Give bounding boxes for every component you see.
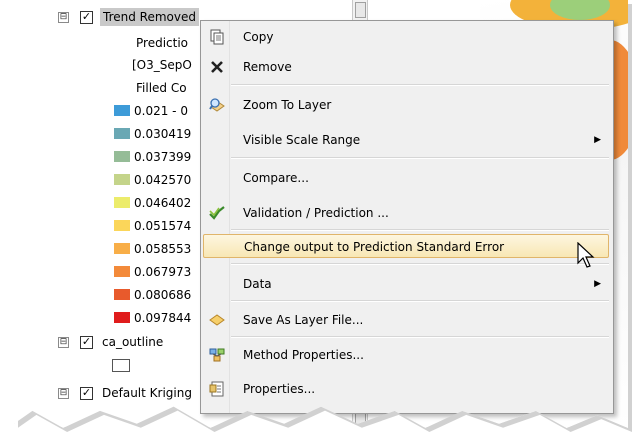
menu-item-label: Copy bbox=[243, 30, 274, 44]
menu-item-properties[interactable]: Properties... bbox=[203, 377, 609, 401]
legend-swatch bbox=[114, 151, 130, 162]
menu-item-change-output-prediction-standard-error[interactable]: Change output to Prediction Standard Err… bbox=[203, 234, 609, 258]
legend-swatch-empty bbox=[112, 359, 130, 372]
menu-separator bbox=[231, 84, 609, 86]
menu-item-label: Remove bbox=[243, 60, 292, 74]
menu-item-copy[interactable]: Copy bbox=[203, 25, 609, 49]
layer-file-icon bbox=[209, 312, 225, 328]
legend-swatch bbox=[114, 289, 130, 300]
menu-item-label: Save As Layer File... bbox=[243, 313, 364, 327]
legend-class-label: 0.067973 bbox=[134, 265, 192, 279]
layer-name[interactable]: Default Kriging bbox=[102, 384, 192, 402]
menu-item-method-properties[interactable]: Method Properties... bbox=[203, 343, 609, 367]
validation-icon bbox=[209, 205, 225, 221]
zoom-to-layer-icon bbox=[209, 97, 225, 113]
mouse-cursor-icon bbox=[577, 242, 595, 268]
legend-swatch bbox=[114, 220, 130, 231]
menu-item-label: Compare... bbox=[243, 171, 309, 185]
legend-class-label: 0.097844 bbox=[134, 311, 192, 325]
menu-item-validation-prediction[interactable]: Validation / Prediction ... bbox=[203, 201, 609, 225]
collapse-icon[interactable]: ⊟ bbox=[58, 337, 69, 348]
layer-render-type: Filled Co bbox=[136, 81, 187, 95]
menu-item-data[interactable]: Data ▶ bbox=[203, 272, 609, 296]
legend-swatch bbox=[114, 128, 130, 139]
menu-item-zoom-to-layer[interactable]: Zoom To Layer bbox=[203, 93, 609, 117]
menu-separator bbox=[231, 336, 609, 338]
layer-subtitle: Predictio bbox=[136, 36, 189, 50]
submenu-arrow-icon: ▶ bbox=[594, 279, 601, 289]
menu-item-remove[interactable]: Remove bbox=[203, 55, 609, 79]
remove-x-icon bbox=[209, 59, 225, 75]
layer-field-name: [O3_SepO bbox=[132, 58, 192, 72]
legend-class-label: 0.058553 bbox=[134, 242, 192, 256]
screenshot-card: ⊟ ✓ Trend Removed Predictio [O3_SepO Fil… bbox=[14, 0, 628, 428]
legend-swatch bbox=[114, 174, 130, 185]
properties-icon bbox=[209, 381, 225, 397]
layer-visibility-checkbox[interactable]: ✓ bbox=[80, 336, 93, 349]
legend-swatch bbox=[114, 312, 130, 323]
legend-class-label: 0.037399 bbox=[134, 150, 192, 164]
legend-swatch bbox=[114, 105, 130, 116]
legend-class-label: 0.051574 bbox=[134, 219, 192, 233]
menu-separator bbox=[231, 300, 609, 302]
scroll-thumb-top[interactable] bbox=[355, 2, 366, 18]
menu-item-visible-scale-range[interactable]: Visible Scale Range ▶ bbox=[203, 128, 609, 152]
menu-separator bbox=[231, 157, 609, 159]
menu-item-save-as-layer-file[interactable]: Save As Layer File... bbox=[203, 308, 609, 332]
layer-name[interactable]: ca_outline bbox=[102, 333, 163, 351]
collapse-icon[interactable]: ⊟ bbox=[58, 388, 69, 399]
layer-name[interactable]: Trend Removed bbox=[100, 8, 199, 26]
copy-icon bbox=[209, 29, 225, 45]
menu-item-label: Properties... bbox=[243, 382, 316, 396]
context-menu: Copy Remove Zoom To Layer Visible Scale … bbox=[200, 20, 614, 414]
legend-class-label: 0.021 - 0 bbox=[134, 104, 188, 118]
layer-visibility-checkbox[interactable]: ✓ bbox=[80, 387, 93, 400]
layer-visibility-checkbox[interactable]: ✓ bbox=[80, 11, 93, 24]
menu-item-label: Change output to Prediction Standard Err… bbox=[244, 240, 505, 254]
legend-class-label: 0.042570 bbox=[134, 173, 192, 187]
menu-item-label: Visible Scale Range bbox=[243, 133, 361, 147]
menu-item-label: Data bbox=[243, 277, 272, 291]
legend-class-label: 0.080686 bbox=[134, 288, 192, 302]
legend-swatch bbox=[114, 243, 130, 254]
menu-item-label: Validation / Prediction ... bbox=[243, 206, 389, 220]
menu-separator bbox=[231, 229, 609, 231]
menu-item-label: Zoom To Layer bbox=[243, 98, 332, 112]
legend-class-label: 0.030419 bbox=[134, 127, 192, 141]
menu-item-compare[interactable]: Compare... bbox=[203, 166, 609, 190]
legend-class-label: 0.046402 bbox=[134, 196, 192, 210]
legend-swatch bbox=[114, 266, 130, 277]
menu-item-label: Method Properties... bbox=[243, 348, 364, 362]
method-properties-icon bbox=[209, 347, 225, 363]
legend-swatch bbox=[114, 197, 130, 208]
collapse-icon[interactable]: ⊟ bbox=[58, 12, 69, 23]
submenu-arrow-icon: ▶ bbox=[594, 135, 601, 145]
menu-separator bbox=[231, 263, 609, 265]
